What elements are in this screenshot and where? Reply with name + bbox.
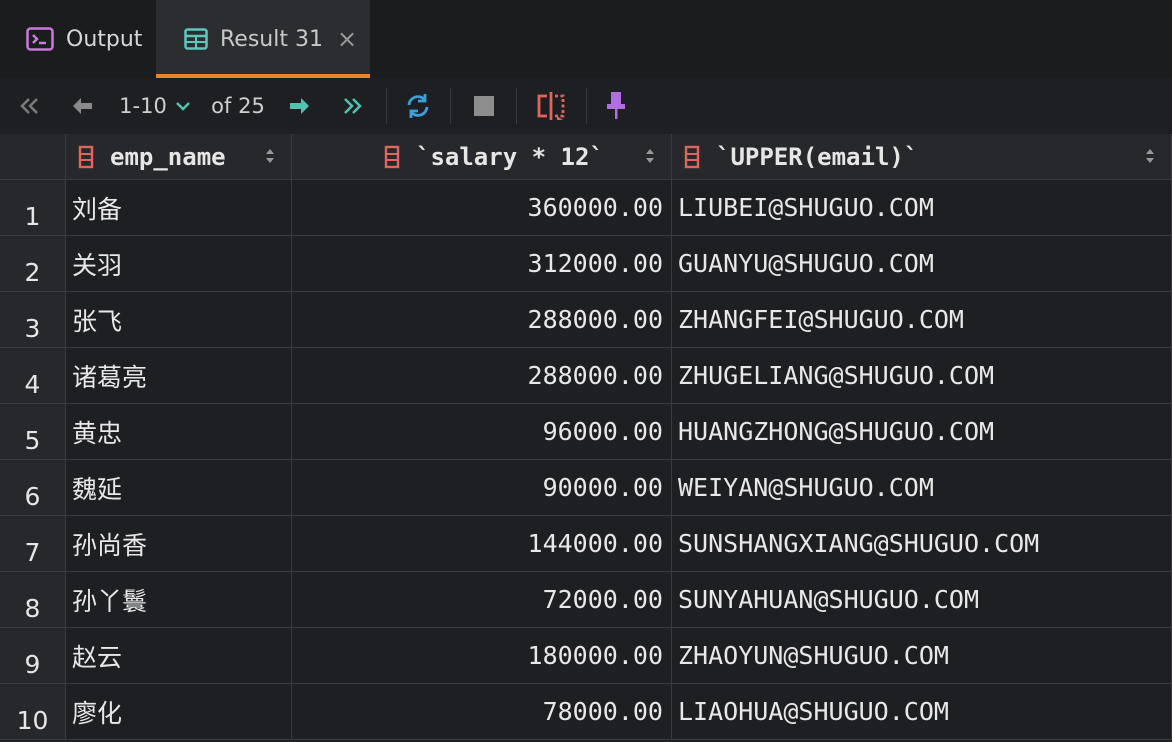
cell-emp-name[interactable]: 孙尚香 [66, 516, 292, 572]
compare-icon [537, 92, 565, 120]
column-icon [684, 145, 700, 168]
cell-salary[interactable]: 360000.00 [292, 180, 672, 236]
tab-bar: Output Result 31 × [0, 0, 1172, 78]
column-icon [384, 145, 400, 168]
row-number[interactable]: 6 [0, 460, 66, 516]
cell-salary[interactable]: 288000.00 [292, 348, 672, 404]
sort-icon[interactable] [265, 146, 275, 166]
row-number[interactable]: 1 [0, 180, 66, 236]
toolbar-divider [586, 88, 587, 124]
cell-salary[interactable]: 312000.00 [292, 236, 672, 292]
toolbar-divider [516, 88, 517, 124]
page-range-label: 1-10 [119, 94, 167, 118]
column-header-email[interactable]: `UPPER(email)` [672, 134, 1172, 180]
pin-button[interactable] [600, 78, 632, 134]
cell-email[interactable]: LIUBEI@SHUGUO.COM [672, 180, 1172, 236]
cell-email[interactable]: SUNYAHUAN@SHUGUO.COM [672, 572, 1172, 628]
cell-salary[interactable]: 144000.00 [292, 516, 672, 572]
last-page-button[interactable] [338, 78, 366, 134]
tab-output-label: Output [66, 26, 143, 52]
cell-email[interactable]: GUANYU@SHUGUO.COM [672, 236, 1172, 292]
tab-output[interactable]: Output [26, 0, 142, 78]
cell-emp-name[interactable]: 关羽 [66, 236, 292, 292]
previous-page-button[interactable] [68, 78, 96, 134]
result-toolbar: 1-10 of 25 [0, 78, 1172, 134]
cell-emp-name[interactable]: 魏延 [66, 460, 292, 516]
cell-email[interactable]: LIAOHUA@SHUGUO.COM [672, 684, 1172, 740]
page-range-select[interactable]: 1-10 [118, 78, 192, 134]
cell-email[interactable]: ZHUGELIANG@SHUGUO.COM [672, 348, 1172, 404]
arrow-right-icon [290, 98, 309, 114]
cell-salary[interactable]: 90000.00 [292, 460, 672, 516]
cell-email[interactable]: HUANGZHONG@SHUGUO.COM [672, 404, 1172, 460]
arrow-left-icon [73, 98, 92, 114]
cell-salary[interactable]: 96000.00 [292, 404, 672, 460]
row-number[interactable]: 4 [0, 348, 66, 404]
chevron-down-icon [175, 102, 190, 111]
close-icon[interactable]: × [337, 25, 357, 53]
cell-emp-name[interactable]: 刘备 [66, 180, 292, 236]
column-header-label: `salary * 12` [416, 142, 604, 171]
row-number[interactable]: 7 [0, 516, 66, 572]
double-chevron-left-icon [20, 98, 38, 114]
cell-email[interactable]: WEIYAN@SHUGUO.COM [672, 460, 1172, 516]
column-header-label: `UPPER(email)` [716, 142, 919, 171]
row-number[interactable]: 3 [0, 292, 66, 348]
cell-emp-name[interactable]: 廖化 [66, 684, 292, 740]
row-number[interactable]: 9 [0, 628, 66, 684]
refresh-icon [407, 94, 429, 118]
cell-email[interactable]: SUNSHANGXIANG@SHUGUO.COM [672, 516, 1172, 572]
cell-salary[interactable]: 180000.00 [292, 628, 672, 684]
table-icon [184, 28, 208, 50]
cell-emp-name[interactable]: 黄忠 [66, 404, 292, 460]
cell-salary[interactable]: 72000.00 [292, 572, 672, 628]
row-number[interactable]: 10 [0, 684, 66, 740]
column-header-label: emp_name [110, 142, 226, 171]
row-number[interactable]: 2 [0, 236, 66, 292]
cell-emp-name[interactable]: 张飞 [66, 292, 292, 348]
tab-result[interactable]: Result 31 × [156, 0, 370, 78]
result-grid: emp_name `salary * 12` `UPPER(email)` 1 … [0, 134, 1172, 742]
cell-emp-name[interactable]: 赵云 [66, 628, 292, 684]
compare-button[interactable] [532, 78, 570, 134]
double-chevron-right-icon [344, 98, 362, 114]
row-number[interactable]: 8 [0, 572, 66, 628]
cell-emp-name[interactable]: 诸葛亮 [66, 348, 292, 404]
row-number[interactable]: 5 [0, 404, 66, 460]
cell-email[interactable]: ZHAOYUN@SHUGUO.COM [672, 628, 1172, 684]
next-page-button[interactable] [286, 78, 314, 134]
cell-salary[interactable]: 78000.00 [292, 684, 672, 740]
total-rows-label: of 25 [211, 94, 265, 118]
cell-emp-name[interactable]: 孙丫鬟 [66, 572, 292, 628]
cell-salary[interactable]: 288000.00 [292, 292, 672, 348]
toolbar-divider [450, 88, 451, 124]
sort-icon[interactable] [1145, 146, 1155, 166]
toolbar-divider [386, 88, 387, 124]
stop-button[interactable] [468, 78, 500, 134]
first-page-button[interactable] [16, 78, 44, 134]
tab-result-label: Result 31 [220, 26, 323, 52]
terminal-icon [26, 27, 54, 51]
refresh-button[interactable] [402, 78, 434, 134]
column-header-emp-name[interactable]: emp_name [66, 134, 292, 180]
column-icon [78, 145, 94, 168]
pin-icon [607, 92, 625, 119]
stop-icon [474, 96, 494, 116]
column-header-salary[interactable]: `salary * 12` [292, 134, 672, 180]
row-number-header [0, 134, 66, 180]
cell-email[interactable]: ZHANGFEI@SHUGUO.COM [672, 292, 1172, 348]
sort-icon[interactable] [645, 146, 655, 166]
